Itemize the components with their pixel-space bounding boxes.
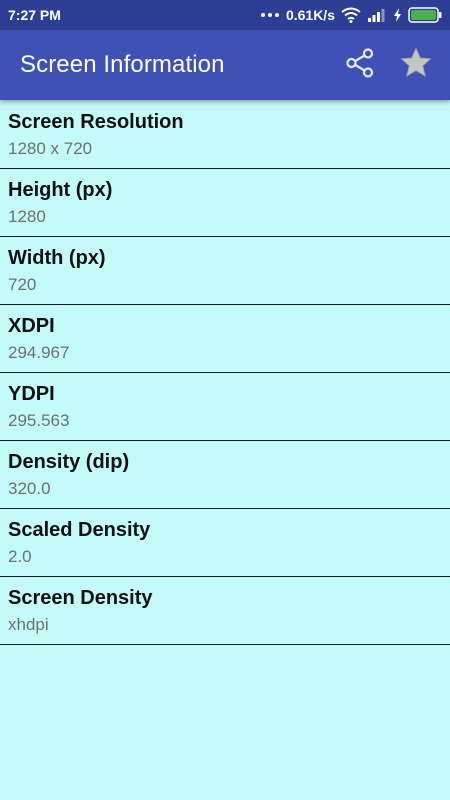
- item-value: 320.0: [8, 479, 51, 498]
- list-item: Screen Density xhdpi: [0, 577, 450, 645]
- list-item: Height (px) 1280: [0, 169, 450, 237]
- item-value: xhdpi: [8, 615, 49, 634]
- wifi-icon: [341, 7, 361, 23]
- list-item: Scaled Density 2.0: [0, 509, 450, 577]
- signal-icon: [367, 8, 387, 22]
- page-title: Screen Information: [20, 51, 225, 78]
- charging-icon: [393, 8, 402, 22]
- list-item: Density (dip) 320.0: [0, 441, 450, 509]
- network-speed: 0.61K/s: [285, 7, 335, 23]
- status-icons: 0.61K/s: [260, 7, 442, 23]
- item-label: Screen Resolution: [8, 111, 184, 133]
- battery-icon: [408, 7, 442, 23]
- favorite-button[interactable]: [394, 43, 438, 87]
- item-value: 294.967: [8, 343, 70, 362]
- screen-info-list: Screen Resolution 1280 x 720 Height (px)…: [0, 101, 450, 645]
- item-label: Scaled Density: [8, 519, 151, 541]
- item-value: 1280 x 720: [8, 139, 93, 158]
- app-bar: Screen Information: [0, 30, 450, 100]
- share-button[interactable]: [338, 43, 382, 87]
- list-item: YDPI 295.563: [0, 373, 450, 441]
- status-time: 7:27 PM: [8, 7, 61, 23]
- item-label: Height (px): [8, 179, 113, 201]
- item-label: XDPI: [8, 315, 55, 337]
- item-label: YDPI: [8, 383, 55, 405]
- status-bar: 7:27 PM 0.61K/s: [0, 0, 450, 30]
- star-icon: [399, 46, 433, 85]
- item-value: 2.0: [8, 547, 32, 566]
- dots-icon: [260, 12, 280, 18]
- list-item: XDPI 294.967: [0, 305, 450, 373]
- item-label: Width (px): [8, 247, 106, 269]
- share-icon: [344, 47, 376, 84]
- item-label: Screen Density: [8, 587, 153, 609]
- list-item: Screen Resolution 1280 x 720: [0, 101, 450, 169]
- item-value: 720: [8, 275, 37, 294]
- item-value: 295.563: [8, 411, 70, 430]
- item-value: 1280: [8, 207, 46, 226]
- list-item: Width (px) 720: [0, 237, 450, 305]
- item-label: Density (dip): [8, 451, 130, 473]
